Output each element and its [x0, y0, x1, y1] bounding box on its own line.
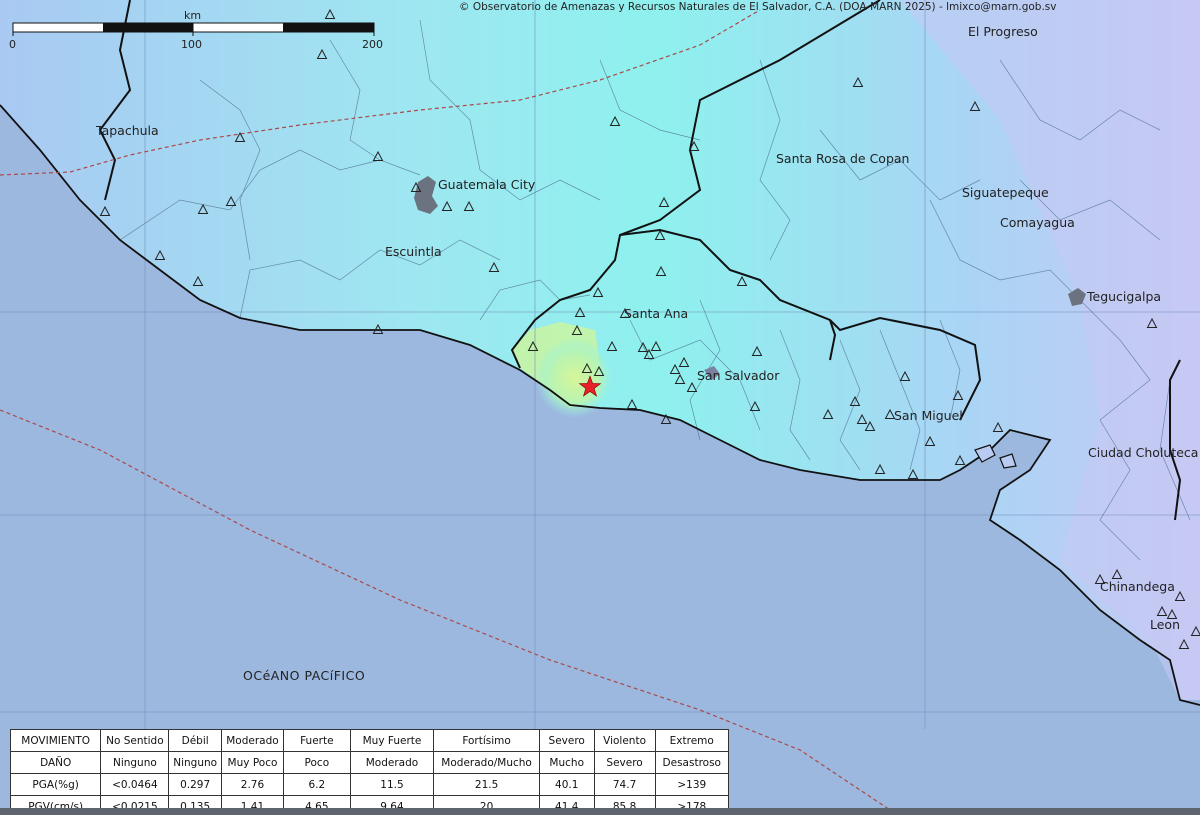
city-leon: Leon [1150, 617, 1180, 632]
legend-row-header: MOVIMIENTO [9, 729, 102, 752]
legend-cell: Violento [593, 729, 656, 752]
legend-cell: Extremo [654, 729, 730, 752]
legend-cell: <0.0464 [100, 773, 170, 796]
ocean-label: OCéANO PACíFICO [243, 668, 365, 683]
legend-cell: Ninguno [100, 751, 170, 774]
scale-tick-200: 200 [362, 38, 383, 51]
scale-tick-0: 0 [9, 38, 16, 51]
legend-cell: No Sentido [100, 729, 170, 752]
city-san-miguel: San Miguel [894, 408, 963, 423]
intensity-map[interactable]: El Progreso Tapachula Guatemala City San… [0, 0, 1200, 815]
legend-cell: Muy Poco [220, 751, 285, 774]
shakemap-stage: El Progreso Tapachula Guatemala City San… [0, 0, 1200, 815]
city-santa-rosa-de-copan: Santa Rosa de Copan [776, 151, 909, 166]
legend-row: PGA(%g) <0.0464 0.297 2.76 6.2 11.5 21.5 40.1 74… [9, 773, 730, 796]
scale-tick-100: 100 [181, 38, 202, 51]
city-ciudad-choluteca: Ciudad Choluteca [1088, 445, 1198, 460]
city-chinandega: Chinandega [1100, 579, 1175, 594]
legend-cell: Moderado/Mucho [433, 751, 540, 774]
legend-cell: Muy Fuerte [349, 729, 435, 752]
legend-cell: Fortísimo [433, 729, 540, 752]
attribution-text: © Observatorio de Amenazas y Recursos Na… [459, 1, 1056, 13]
legend-row: MOVIMIENTO No Sentido Débil Moderado Fuerte M… [9, 729, 730, 752]
city-tegucigalpa: Tegucigalpa [1086, 289, 1161, 304]
legend-cell: 74.7 [593, 773, 656, 796]
legend-cell: Moderado [220, 729, 285, 752]
city-escuintla: Escuintla [385, 244, 442, 259]
city-tapachula: Tapachula [95, 123, 159, 138]
legend-cell: Ninguno [168, 751, 222, 774]
city-santa-ana: Santa Ana [624, 306, 688, 321]
intensity-legend-table: MOVIMIENTO No Sentido Débil Moderado Fuerte M… [9, 729, 730, 815]
legend-cell: 11.5 [349, 773, 435, 796]
legend-cell: 21.5 [433, 773, 540, 796]
city-guatemala-city: Guatemala City [438, 177, 536, 192]
legend-cell: >139 [654, 773, 730, 796]
legend-cell: 2.76 [220, 773, 285, 796]
legend-cell: Desastroso [654, 751, 730, 774]
legend-cell: Débil [168, 729, 222, 752]
city-el-progreso: El Progreso [968, 24, 1038, 39]
legend-cell: Poco [283, 751, 351, 774]
legend-cell: Severo [538, 729, 595, 752]
legend-cell: Moderado [349, 751, 435, 774]
legend-cell: Mucho [538, 751, 595, 774]
legend-row: DAÑO Ninguno Ninguno Muy Poco Poco Moderado Mo… [9, 751, 730, 774]
city-san-salvador: San Salvador [697, 368, 780, 383]
legend-cell: Fuerte [283, 729, 351, 752]
scale-unit: km [184, 9, 201, 22]
legend-cell: Severo [593, 751, 656, 774]
legend-cell: 6.2 [283, 773, 351, 796]
city-siguatepeque: Siguatepeque [962, 185, 1049, 200]
city-comayagua: Comayagua [1000, 215, 1075, 230]
legend-row-header: PGA(%g) [9, 773, 102, 796]
legend-cell: 40.1 [538, 773, 595, 796]
bottom-bar [0, 808, 1200, 815]
legend-cell: 0.297 [168, 773, 222, 796]
legend-row-header: DAÑO [9, 751, 102, 774]
